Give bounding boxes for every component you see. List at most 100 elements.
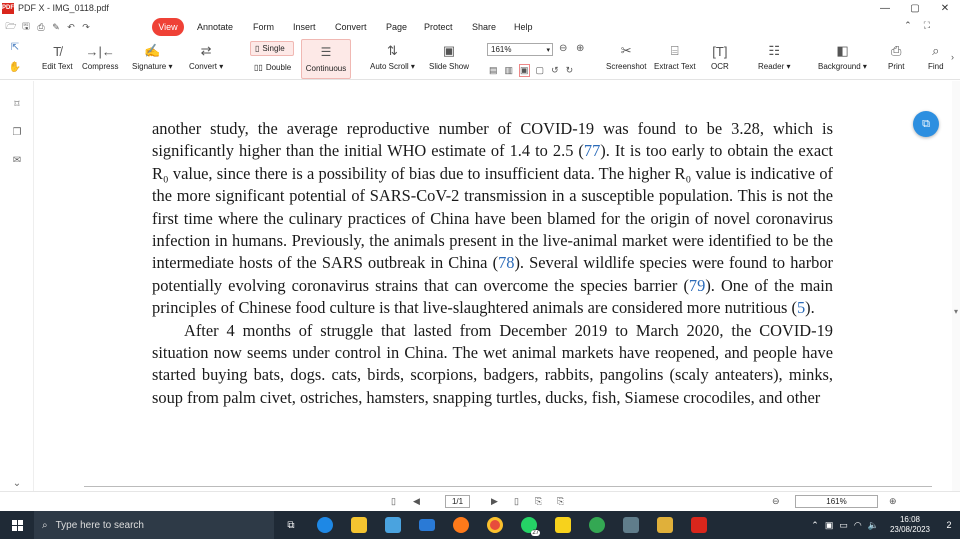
- prev-view-icon[interactable]: ⎘: [535, 496, 542, 507]
- calculator-icon[interactable]: [614, 511, 648, 539]
- mail-icon[interactable]: [410, 511, 444, 539]
- prev-page-icon[interactable]: ◀: [413, 496, 420, 507]
- convert-tool[interactable]: ⇄ Convert ▾: [189, 40, 223, 71]
- zoom-select[interactable]: 161% ▾: [487, 43, 553, 56]
- vertical-scrollbar[interactable]: ▾: [952, 81, 960, 491]
- undo-icon[interactable]: ↶: [66, 22, 76, 32]
- next-view-icon[interactable]: ⎘: [557, 496, 564, 507]
- signature-tool[interactable]: ✍ Signature ▾: [132, 40, 172, 71]
- chevron-down-icon[interactable]: ⌄: [11, 477, 23, 489]
- pages-thumbnail-icon[interactable]: ❐: [11, 126, 23, 138]
- pdf-x-taskbar-icon[interactable]: [682, 511, 716, 539]
- slide-show-tool[interactable]: ▣ Slide Show: [429, 40, 469, 71]
- whatsapp-icon[interactable]: 27: [512, 511, 546, 539]
- menu-view[interactable]: View: [152, 18, 184, 36]
- redo-icon[interactable]: ↷: [81, 22, 91, 32]
- reference-link[interactable]: 77: [584, 141, 600, 160]
- select-cursor-icon[interactable]: ⇱: [8, 40, 22, 54]
- tray-chevron-icon[interactable]: ⌃: [811, 520, 819, 531]
- page-edge: [84, 486, 932, 487]
- title-bar: PDF PDF X - IMG_0118.pdf — ▢ ✕: [0, 0, 960, 16]
- zoom-in-icon[interactable]: ⊕: [889, 496, 897, 507]
- marquee-zoom-icon[interactable]: ▢: [536, 65, 545, 76]
- extract-text-icon: ⌸: [670, 43, 679, 58]
- reader-tool[interactable]: ☷ Reader ▾: [758, 40, 790, 71]
- status-bar: ▯ ◀ 1/1 ▶ ▯ ⎘ ⎘ ⊖ 161% ⊕: [0, 491, 960, 511]
- reference-link[interactable]: 5: [797, 298, 805, 317]
- extract-text-tool[interactable]: ⌸ Extract Text: [654, 40, 696, 71]
- fit-page-icon[interactable]: ▤: [489, 65, 498, 76]
- reader-label: Reader ▾: [758, 62, 791, 71]
- reference-link[interactable]: 79: [689, 276, 705, 295]
- close-button[interactable]: ✕: [930, 0, 960, 16]
- find-tool[interactable]: ⌕ Find: [928, 40, 944, 71]
- compress-icon: →|←: [85, 43, 115, 59]
- print-icon[interactable]: ⎙: [36, 22, 46, 32]
- store-icon[interactable]: [376, 511, 410, 539]
- ocr-float-button[interactable]: ⧉: [913, 111, 939, 137]
- menu-insert[interactable]: Insert: [293, 18, 316, 36]
- task-view-icon[interactable]: ⧉: [274, 511, 308, 539]
- continuous-button[interactable]: ☰ Continuous: [301, 39, 351, 79]
- zoom-out-icon[interactable]: ⊖: [772, 496, 780, 507]
- menu-page[interactable]: Page: [386, 18, 407, 36]
- taskbar-search[interactable]: ⌕ Type here to search: [34, 511, 274, 539]
- reference-link[interactable]: 78: [498, 253, 514, 272]
- page-number-input[interactable]: 1/1: [445, 495, 470, 508]
- signature-icon: ✍: [144, 43, 161, 58]
- zoom-status-field[interactable]: 161%: [795, 495, 878, 508]
- battery-icon[interactable]: ▭: [839, 520, 848, 531]
- menu-convert[interactable]: Convert: [335, 18, 367, 36]
- comments-icon[interactable]: ✉: [11, 154, 23, 166]
- single-page-icon: ▯: [255, 44, 260, 53]
- rotate-left-icon[interactable]: ↺: [551, 65, 559, 76]
- auto-scroll-tool[interactable]: ⇅ Auto Scroll ▾: [370, 40, 415, 71]
- chrome-icon[interactable]: [478, 511, 512, 539]
- save-icon[interactable]: 🖫: [21, 21, 31, 32]
- folder-app-icon[interactable]: [648, 511, 682, 539]
- print-tool[interactable]: ⎙ Print: [888, 40, 904, 71]
- menu-form[interactable]: Form: [253, 18, 274, 36]
- scroll-arrow-icon[interactable]: ▾: [952, 307, 960, 316]
- menu-annotate[interactable]: Annotate: [197, 18, 233, 36]
- fullscreen-icon[interactable]: ⛶: [924, 20, 930, 31]
- toolbar-more-arrow-icon[interactable]: ›: [951, 52, 954, 62]
- edit-icon[interactable]: ✎: [51, 22, 61, 32]
- first-page-icon[interactable]: ▯: [391, 496, 396, 507]
- background-tool[interactable]: ◧ Background ▾: [818, 40, 867, 71]
- bookmark-icon[interactable]: ⌑: [11, 98, 23, 110]
- firefox-icon[interactable]: [444, 511, 478, 539]
- file-explorer-icon[interactable]: [342, 511, 376, 539]
- zoom-out-icon[interactable]: ⊖: [559, 43, 567, 54]
- menu-share[interactable]: Share: [472, 18, 496, 36]
- start-button[interactable]: [0, 511, 34, 539]
- network-status-icon[interactable]: ▣: [825, 520, 834, 531]
- double-page-button[interactable]: ▯▯ Double: [254, 63, 291, 72]
- compress-tool[interactable]: →|← Compress: [82, 40, 118, 72]
- rotate-right-icon[interactable]: ↻: [566, 65, 574, 76]
- maximize-button[interactable]: ▢: [900, 0, 930, 16]
- screenshot-tool[interactable]: ✂ Screenshot: [606, 40, 646, 71]
- volume-icon[interactable]: 🔈: [868, 520, 879, 531]
- sticky-notes-icon[interactable]: [546, 511, 580, 539]
- single-page-button[interactable]: ▯ Single: [250, 41, 294, 56]
- minimize-button[interactable]: —: [870, 0, 900, 16]
- hand-tool-icon[interactable]: ✋: [8, 60, 22, 74]
- next-page-icon[interactable]: ▶: [491, 496, 498, 507]
- menu-protect[interactable]: Protect: [424, 18, 453, 36]
- clock[interactable]: 16:08 23/08/2023: [890, 515, 930, 535]
- ocr-tool[interactable]: [T] OCR: [711, 40, 729, 72]
- chrome-profile-icon[interactable]: [580, 511, 614, 539]
- actual-size-icon[interactable]: ▣: [519, 64, 530, 77]
- fit-width-icon[interactable]: ▥: [505, 65, 514, 76]
- edit-text-tool[interactable]: T̸ Edit Text: [42, 40, 73, 72]
- edge-browser-icon[interactable]: [308, 511, 342, 539]
- zoom-in-icon[interactable]: ⊕: [576, 43, 584, 54]
- last-page-icon[interactable]: ▯: [514, 496, 519, 507]
- notifications-icon[interactable]: 2: [938, 511, 960, 539]
- convert-icon: ⇄: [200, 43, 212, 58]
- open-folder-icon[interactable]: 🗁: [5, 21, 16, 32]
- menu-help[interactable]: Help: [514, 18, 533, 36]
- collapse-ribbon-icon[interactable]: ⌃: [904, 20, 912, 31]
- wifi-icon[interactable]: ◠: [854, 520, 862, 531]
